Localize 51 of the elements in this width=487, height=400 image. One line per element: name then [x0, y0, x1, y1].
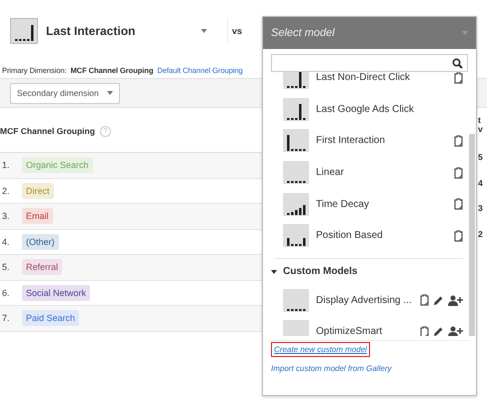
row-index: 4.: [1, 236, 11, 247]
channel-tag: Email: [22, 208, 53, 224]
link[interactable]: Import custom model from Gallery: [271, 364, 392, 373]
vs-label: vs: [232, 26, 242, 36]
pencil-icon[interactable]: [433, 326, 444, 336]
channel-tag: Referral: [22, 259, 62, 276]
copy-icon[interactable]: [454, 72, 463, 84]
copy-icon[interactable]: [420, 294, 429, 306]
copy-icon[interactable]: [454, 230, 463, 242]
model-name[interactable]: Last Non-Direct Click: [316, 72, 454, 84]
scrollbar-thumb[interactable]: [469, 134, 475, 336]
add-user-icon[interactable]: [448, 294, 463, 306]
channel-tag: Organic Search: [22, 157, 93, 174]
model-name[interactable]: Last Google Ads Click: [316, 104, 463, 115]
model-name[interactable]: Display Advertising ...: [316, 294, 420, 306]
row-index: 6.: [1, 288, 11, 298]
select-model-header[interactable]: Select model: [263, 17, 476, 49]
table-cell-text: 2: [478, 228, 483, 240]
table-cell-text: 4: [478, 178, 483, 190]
column-header: MCF Channel Grouping: [0, 126, 95, 136]
caret-icon: [106, 91, 113, 95]
copy-icon[interactable]: [420, 326, 429, 336]
channel-tag: (Other): [22, 234, 59, 250]
row-index: 7.: [1, 313, 11, 324]
copy-icon[interactable]: [454, 134, 463, 147]
model-name[interactable]: First Interaction: [316, 135, 454, 146]
model-name[interactable]: Time Decay: [316, 198, 454, 210]
caret-icon[interactable]: [201, 29, 207, 33]
table-cell-text: 3: [478, 203, 483, 215]
channel-tag: Paid Search: [22, 310, 80, 326]
model-name[interactable]: Position Based: [316, 230, 454, 242]
channel-tag: Direct: [22, 182, 54, 199]
channel-tag: Social Network: [22, 284, 90, 301]
pencil-icon[interactable]: [433, 294, 444, 306]
search-field[interactable]: [271, 54, 468, 72]
row-index: 5.: [1, 262, 11, 272]
column-header-fragment: t: [478, 116, 482, 125]
model-name[interactable]: Last Interaction: [46, 24, 198, 38]
row-index: 3.: [1, 211, 11, 222]
model-name[interactable]: Linear: [316, 167, 454, 178]
column-header-fragment: v: [478, 125, 483, 134]
copy-icon[interactable]: [454, 166, 463, 179]
row-index: 1.: [1, 160, 11, 170]
row-index: 2.: [1, 186, 11, 196]
secondary-dimension-button[interactable]: Secondary dimension: [10, 82, 120, 104]
search-icon: [452, 58, 463, 68]
custom-models-header[interactable]: Custom Models: [271, 258, 463, 285]
link[interactable]: Create new custom model: [271, 342, 370, 357]
table-cell-text: 5: [478, 152, 483, 164]
copy-icon[interactable]: [454, 198, 463, 210]
add-user-icon[interactable]: [448, 326, 463, 336]
